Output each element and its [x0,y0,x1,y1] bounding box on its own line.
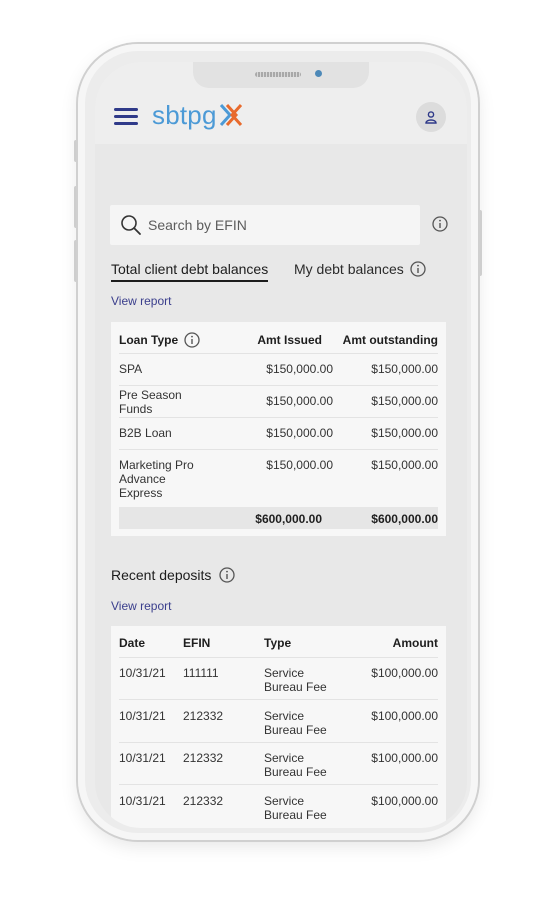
logo-x-mark-icon [219,103,242,127]
cell-type: Service Bureau Fee [264,794,327,822]
info-icon[interactable] [410,261,426,277]
cell-loan-type: SPA [119,362,143,376]
row-divider [119,742,438,743]
speaker-grille [255,72,301,77]
tab-label: My debt balances [294,261,404,277]
recent-deposits-info-icon[interactable] [219,567,236,583]
column-header-date: Date [119,636,146,650]
search-icon [121,215,141,235]
cell-amount: $100,000.00 [371,709,438,723]
total-amt-outstanding: $600,000.00 [371,512,438,526]
side-button-power [478,210,482,276]
cell-amount: $100,000.00 [371,751,438,765]
tab-total-client-debt-balances[interactable]: Total client debt balances [111,261,269,282]
cell-loan-type: B2B Loan [119,426,172,440]
loan-type-info-icon[interactable] [184,332,200,348]
cell-amount: $100,000.00 [371,666,438,680]
debt-view-report-link[interactable]: View report [111,294,171,308]
cell-type: Service Bureau Fee [264,666,327,694]
cell-date: 10/31/21 [119,666,166,680]
front-camera [315,70,322,77]
row-divider [119,699,438,700]
cell-amt-issued: $150,000.00 [266,458,333,472]
debt-balances-table: Loan Type Amt Issued Amt outstanding SPA… [111,322,446,536]
cell-amt-outstanding: $150,000.00 [371,458,438,472]
section-title: Recent deposits [111,567,212,583]
logo-text: sbtpg [152,99,217,130]
row-divider [119,784,438,785]
column-header-type: Type [264,636,292,650]
total-amt-issued: $600,000.00 [255,512,322,526]
column-header-amt-outstanding: Amt outstanding [342,333,438,347]
recent-deposits-heading: Recent deposits [111,567,236,583]
row-divider [119,417,438,418]
brand-logo: sbtpg [152,100,244,130]
cell-loan-type: Marketing Pro Advance Express [119,458,194,500]
search-bar[interactable] [110,205,420,245]
cell-date: 10/31/21 [119,794,166,808]
phone-notch [193,62,369,88]
menu-icon[interactable] [114,108,138,126]
search-info-icon[interactable] [432,215,448,233]
phone-screen: sbtpg Total client debt balances [95,62,467,828]
deposits-view-report-link[interactable]: View report [111,599,171,613]
cell-efin: 212332 [183,709,224,723]
cell-type: Service Bureau Fee [264,751,327,779]
cell-type: Service Bureau Fee [264,709,327,737]
cell-amt-issued: $150,000.00 [266,362,333,376]
cell-date: 10/31/21 [119,751,166,765]
cell-amt-outstanding: $150,000.00 [371,362,438,376]
cell-efin: 212332 [183,794,224,808]
cell-amt-outstanding: $150,000.00 [371,394,438,408]
column-header-amount: Amount [392,636,438,650]
column-header-amt-issued: Amt Issued [257,333,322,347]
user-icon [425,111,437,124]
cell-date: 10/31/21 [119,709,166,723]
user-avatar-button[interactable] [416,102,446,132]
row-divider [119,449,438,450]
cell-loan-type: Pre Season Funds [119,388,182,416]
cell-amt-issued: $150,000.00 [266,426,333,440]
row-divider [119,353,438,354]
column-header-loan-type: Loan Type [119,332,200,348]
row-divider [119,385,438,386]
row-divider [119,657,438,658]
cell-amt-outstanding: $150,000.00 [371,426,438,440]
cell-amt-issued: $150,000.00 [266,394,333,408]
recent-deposits-table: Date EFIN Type Amount 10/31/21 111111 Se… [111,626,446,828]
column-header-efin: EFIN [183,636,211,650]
cell-efin: 212332 [183,751,224,765]
cell-amount: $100,000.00 [371,794,438,808]
efin-search-input[interactable] [148,217,408,233]
tab-my-debt-balances[interactable]: My debt balances [294,261,426,277]
column-label: Loan Type [119,333,179,347]
cell-efin: 111111 [183,666,219,680]
